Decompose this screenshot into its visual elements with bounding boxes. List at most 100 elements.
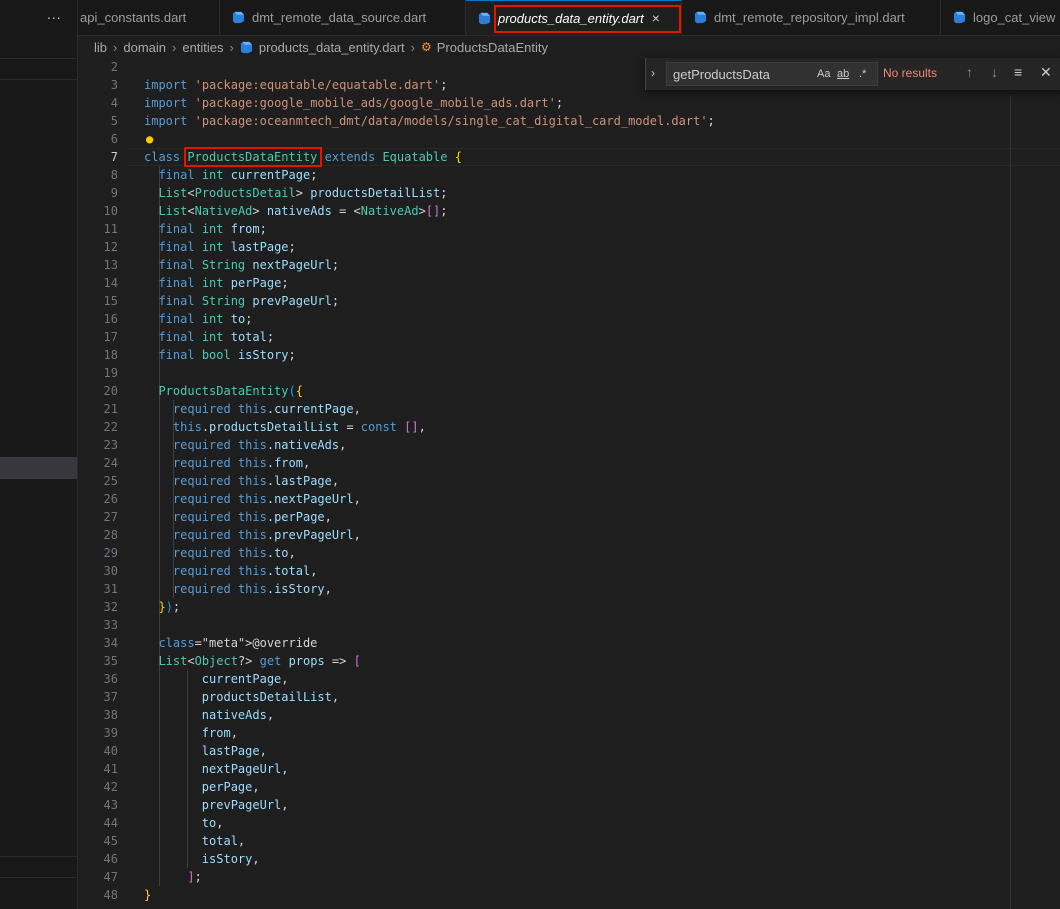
sidebar-selected-item[interactable] (0, 457, 77, 479)
line-number: 42 (103, 780, 118, 794)
highlight-box-class-name (184, 147, 322, 167)
line-number: 34 (103, 636, 118, 650)
code-line[interactable]: 5 import 'package:oceanmtech_dmt/data/mod… (78, 112, 1012, 130)
code-line[interactable]: 47 ]; (78, 868, 1012, 886)
tab-logo-cat-view[interactable]: logo_cat_view (941, 0, 1060, 35)
find-in-selection-icon[interactable]: ≡ (1014, 64, 1022, 80)
code-line[interactable]: 32 }); (78, 598, 1012, 616)
code-line[interactable]: 22 this.productsDetailList = const [], (78, 418, 1012, 436)
code-text: required this.prevPageUrl, (172, 528, 361, 542)
code-line[interactable]: 17 final int total; (78, 328, 1012, 346)
line-number: 38 (103, 708, 118, 722)
code-line[interactable]: 36 currentPage, (78, 670, 1012, 688)
code-line[interactable]: 33 (78, 616, 1012, 634)
code-line[interactable]: 8 final int currentPage; (78, 166, 1012, 184)
code-line[interactable]: 38 nativeAds, (78, 706, 1012, 724)
code-line[interactable]: 23 required this.nativeAds, (78, 436, 1012, 454)
tab-api-constants[interactable]: api_constants.dart (78, 0, 220, 35)
code-line[interactable]: 42 perPage, (78, 778, 1012, 796)
breadcrumb-item[interactable]: ProductsDataEntity (437, 40, 548, 55)
line-number: 33 (103, 618, 118, 632)
line-number: 30 (103, 564, 118, 578)
code-line[interactable]: 4 import 'package:google_mobile_ads/googl… (78, 94, 1012, 112)
line-number: 8 (110, 168, 118, 182)
code-line[interactable]: 37 productsDetailList, (78, 688, 1012, 706)
code-text: required this.isStory, (172, 582, 332, 596)
tab-overflow-button[interactable]: ... (47, 6, 62, 22)
code-line[interactable]: 24 required this.from, (78, 454, 1012, 472)
line-number: 32 (103, 600, 118, 614)
code-line[interactable]: 29 required this.to, (78, 544, 1012, 562)
code-line[interactable]: 15 final String prevPageUrl; (78, 292, 1012, 310)
lightbulb-icon[interactable]: ● (146, 130, 153, 148)
code-line[interactable]: 20 ProductsDataEntity({ (78, 382, 1012, 400)
code-line[interactable]: 41 nextPageUrl, (78, 760, 1012, 778)
code-line[interactable]: 30 required this.total, (78, 562, 1012, 580)
breadcrumb: lib › domain › entities › products_data_… (78, 36, 1060, 58)
breadcrumb-item[interactable]: lib (94, 40, 107, 55)
line-number: 22 (103, 420, 118, 434)
line-number: 35 (103, 654, 118, 668)
find-query-text: getProductsData (673, 67, 770, 82)
breadcrumb-item[interactable]: entities (182, 40, 223, 55)
code-line[interactable]: 11 final int from; (78, 220, 1012, 238)
code-line[interactable]: 35 List<Object?> get props => [ (78, 652, 1012, 670)
find-input[interactable]: getProductsData Aa ab .* (666, 62, 878, 86)
line-number: 23 (103, 438, 118, 452)
code-line[interactable]: 40 lastPage, (78, 742, 1012, 760)
code-line[interactable]: 45 total, (78, 832, 1012, 850)
code-line[interactable]: 46 isStory, (78, 850, 1012, 868)
chevron-right-icon[interactable]: › (651, 66, 655, 80)
line-number: 9 (110, 186, 118, 200)
code-line[interactable]: 25 required this.lastPage, (78, 472, 1012, 490)
line-number: 36 (103, 672, 118, 686)
match-case-icon[interactable]: Aa (817, 68, 830, 80)
code-line[interactable]: 39 from, (78, 724, 1012, 742)
tab-dmt-remote-repository-impl[interactable]: dmt_remote_repository_impl.dart (682, 0, 941, 35)
code-line[interactable]: 9 List<ProductsDetail> productsDetailLis… (78, 184, 1012, 202)
code-line[interactable]: 18 final bool isStory; (78, 346, 1012, 364)
code-editor[interactable]: 2 3 import 'package:equatable/equatable.da… (78, 58, 1060, 909)
arrow-down-icon[interactable]: ↓ (991, 64, 998, 80)
code-text: isStory, (201, 852, 260, 866)
code-line[interactable]: 13 final String nextPageUrl; (78, 256, 1012, 274)
find-status: No results (883, 66, 938, 80)
code-line[interactable]: 14 final int perPage; (78, 274, 1012, 292)
code-line[interactable]: 12 final int lastPage; (78, 238, 1012, 256)
code-text: required this.currentPage, (172, 402, 361, 416)
line-number: 44 (103, 816, 118, 830)
line-number: 19 (103, 366, 118, 380)
code-line[interactable]: 21 required this.currentPage, (78, 400, 1012, 418)
line-number: 37 (103, 690, 118, 704)
code-text: lastPage, (201, 744, 267, 758)
line-number: 4 (110, 96, 118, 110)
line-number: 6 (110, 132, 118, 146)
regex-icon[interactable]: .* (859, 68, 866, 80)
arrow-up-icon[interactable]: ↑ (966, 64, 973, 80)
code-line[interactable]: 43 prevPageUrl, (78, 796, 1012, 814)
code-text: to, (201, 816, 224, 830)
code-line[interactable]: 28 required this.prevPageUrl, (78, 526, 1012, 544)
code-line[interactable]: 6 ● (78, 130, 1012, 148)
code-line[interactable]: 27 required this.perPage, (78, 508, 1012, 526)
sidebar-divider (0, 58, 77, 59)
code-line[interactable]: 31 required this.isStory, (78, 580, 1012, 598)
breadcrumb-item[interactable]: products_data_entity.dart (259, 40, 405, 55)
code-text: class="meta">@override (158, 636, 318, 650)
code-line[interactable]: 10 List<NativeAd> nativeAds = <NativeAd>… (78, 202, 1012, 220)
minimap-divider (1010, 95, 1011, 909)
tab-dmt-remote-data-source[interactable]: dmt_remote_data_source.dart (220, 0, 466, 35)
code-line[interactable]: 44 to, (78, 814, 1012, 832)
code-line[interactable]: 16 final int to; (78, 310, 1012, 328)
code-line[interactable]: 34 class="meta">@override (78, 634, 1012, 652)
code-text: List<ProductsDetail> productsDetailList; (158, 186, 448, 200)
whole-word-icon[interactable]: ab (837, 68, 849, 80)
code-line[interactable]: 26 required this.nextPageUrl, (78, 490, 1012, 508)
close-icon[interactable]: ✕ (1040, 64, 1052, 81)
code-text: } (144, 888, 152, 902)
code-line[interactable]: 48} (78, 886, 1012, 904)
line-number: 21 (103, 402, 118, 416)
breadcrumb-item[interactable]: domain (123, 40, 166, 55)
code-line[interactable]: 19 (78, 364, 1012, 382)
code-text: currentPage, (201, 672, 289, 686)
